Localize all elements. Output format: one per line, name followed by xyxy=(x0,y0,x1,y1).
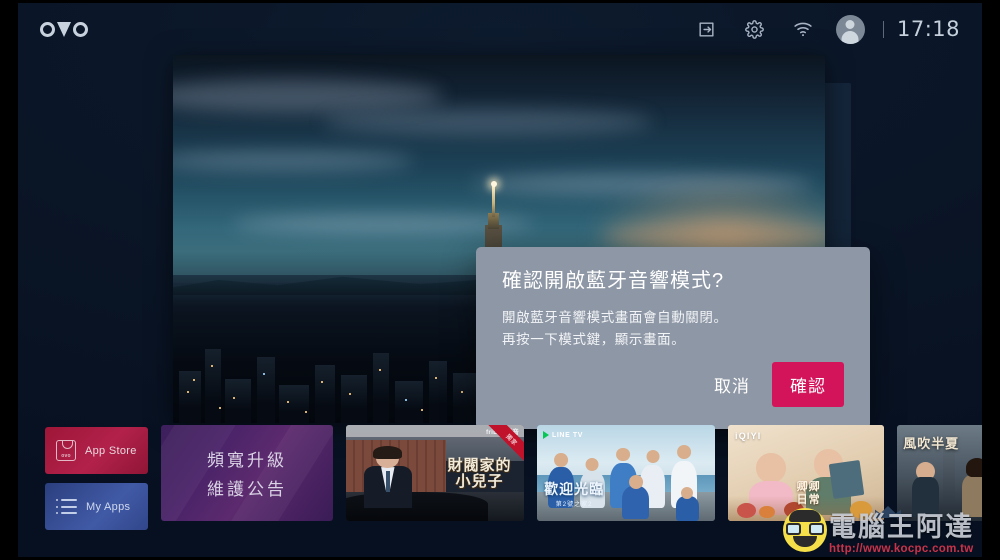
sidebar-item-my-apps[interactable]: My Apps xyxy=(45,483,148,530)
tile-iqiyi-drama[interactable]: iQIYI 卿卿 日常 xyxy=(728,425,884,521)
status-divider xyxy=(882,20,884,38)
settings-gear-icon[interactable] xyxy=(738,12,772,46)
fengchui-title: 風吹半夏 xyxy=(903,435,960,451)
cloud-2 xyxy=(323,109,653,135)
input-source-icon[interactable] xyxy=(690,12,724,46)
building xyxy=(279,385,309,423)
clock: 17:18 xyxy=(896,17,960,41)
tile-friday-drama[interactable]: friDay影音 獨家 財閥家的 小兒子 xyxy=(346,425,524,521)
building xyxy=(179,371,201,423)
play-icon xyxy=(543,431,549,439)
linetv-brand-label: LINE TV xyxy=(552,431,584,439)
tile-linetv-show[interactable]: LINE TV 歡迎光臨 第2號之家2 xyxy=(537,425,715,521)
wifi-icon[interactable] xyxy=(786,12,820,46)
tower-tip-light xyxy=(490,181,497,187)
building xyxy=(429,361,447,423)
dialog-actions: 取消 確認 xyxy=(502,362,844,429)
logo-letter-o-left xyxy=(40,21,55,37)
bezel-right xyxy=(982,0,1000,560)
list-icon xyxy=(56,499,77,514)
iqiyi-title-line-2: 日常 xyxy=(796,493,821,506)
notice-line-2: 維護公告 xyxy=(207,480,287,499)
sidebar-item-app-store[interactable]: ovo App Store xyxy=(45,427,148,474)
logo-letter-v xyxy=(57,21,71,37)
building xyxy=(395,381,423,423)
tower-spire xyxy=(492,183,495,217)
building xyxy=(205,349,221,423)
my-apps-label: My Apps xyxy=(86,500,131,513)
app-tile-row: ovo App Store My Apps 頻寬升級 維護公告 獨家 財閥家的 … xyxy=(18,425,982,557)
friday-title-line-1: 財閥家的 xyxy=(447,456,512,474)
notice-line-1: 頻寬升級 xyxy=(207,451,287,470)
shopping-bag-icon: ovo xyxy=(56,440,76,461)
cancel-button[interactable]: 取消 xyxy=(700,363,764,406)
bag-icon-label: ovo xyxy=(61,452,71,459)
confirm-button[interactable]: 確認 xyxy=(772,362,844,407)
launcher-desktop: 17:18 確認開啟藍牙音響模式? 開啟藍牙音響模式畫面會自動關閉。 再按一下模… xyxy=(18,3,982,557)
building xyxy=(341,375,367,423)
dialog-body-line-1: 開啟藍牙音響模式畫面會自動關閉。 xyxy=(502,310,728,325)
dialog-body-line-2: 再按一下模式鍵，顯示畫面。 xyxy=(502,331,686,347)
linetv-title-sub: 第2號之家2 xyxy=(555,501,593,508)
tile-bandwidth-notice[interactable]: 頻寬升級 維護公告 xyxy=(161,425,333,521)
hero-carousel[interactable]: 確認開啟藍牙音響模式? 開啟藍牙音響模式畫面會自動關閉。 再按一下模式鍵，顯示畫… xyxy=(173,55,870,429)
iqiyi-title-line-1: 卿卿 xyxy=(796,481,821,494)
building xyxy=(315,365,335,423)
dialog-title: 確認開啟藍牙音響模式? xyxy=(502,270,725,292)
status-bar: 17:18 xyxy=(18,3,982,55)
bezel-left xyxy=(0,0,18,560)
shortcut-column: ovo App Store My Apps xyxy=(45,425,148,530)
tile-fengchui-banxia[interactable]: 風吹半夏 xyxy=(897,425,982,521)
linetv-title: 歡迎光臨 第2號之家2 xyxy=(544,479,604,508)
linetv-brand: LINE TV xyxy=(543,431,583,439)
linetv-title-main: 歡迎光臨 xyxy=(544,480,605,497)
bluetooth-mode-dialog: 確認開啟藍牙音響模式? 開啟藍牙音響模式畫面會自動關閉。 再按一下模式鍵，顯示畫… xyxy=(476,247,870,429)
friday-title-line-2: 小兒子 xyxy=(455,473,504,491)
ovo-logo xyxy=(40,21,88,37)
iqiyi-brand-label: iQIYI xyxy=(735,431,762,441)
logo-letter-o-right xyxy=(73,21,88,37)
building xyxy=(453,373,477,423)
building xyxy=(373,353,389,423)
bezel-top xyxy=(0,0,1000,3)
friday-title: 財閥家的 小兒子 xyxy=(447,456,512,491)
user-avatar[interactable] xyxy=(835,14,865,44)
iqiyi-title: 卿卿 日常 xyxy=(797,481,821,505)
app-store-label: App Store xyxy=(85,444,137,457)
building xyxy=(225,379,251,423)
tv-screen: 17:18 確認開啟藍牙音響模式? 開啟藍牙音響模式畫面會自動關閉。 再按一下模… xyxy=(0,0,1000,560)
building xyxy=(257,357,275,423)
